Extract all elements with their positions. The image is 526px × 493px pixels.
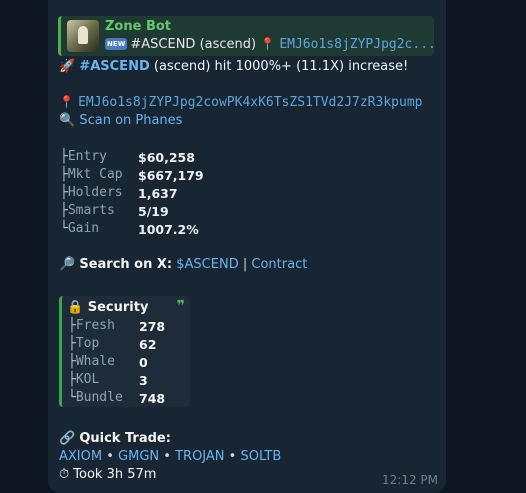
took-text: Took 3h 57m xyxy=(73,467,157,482)
security-kol-value: 3 xyxy=(139,373,148,388)
security-top-value: 62 xyxy=(139,337,157,352)
quote-icon: ❞ xyxy=(176,298,185,314)
axiom-link[interactable]: AXIOM xyxy=(59,449,102,464)
pin-icon: 📍 xyxy=(59,95,74,109)
search-contract-link[interactable]: Contract xyxy=(251,257,307,272)
stat-holders-key: ├Holders xyxy=(60,185,123,200)
link-separator: • xyxy=(163,449,171,464)
stat-mktcap-key: ├Mkt Cap xyxy=(60,167,123,182)
scan-line: 🔍 Scan on Phanes xyxy=(59,113,182,128)
new-badge-icon: NEW xyxy=(105,38,128,50)
reply-bot-name: Zone Bot xyxy=(105,19,172,34)
stat-holders-value: 1,637 xyxy=(138,186,178,201)
search-label: Search on X: xyxy=(79,257,173,272)
magnifier-icon: 🔍 xyxy=(59,113,76,128)
reply-address: EMJ6o1s8jZYPJpg2c... xyxy=(279,37,436,52)
quick-trade-links: AXIOM • GMGN • TROJAN • SOLTB xyxy=(59,449,281,464)
headline-text: (ascend) hit 1000%+ (11.1X) increase! xyxy=(149,59,409,74)
stopwatch-icon: ⏱ xyxy=(59,467,70,482)
stat-entry-value: $60,258 xyxy=(138,150,195,165)
security-fresh-key: ├Fresh xyxy=(68,318,115,333)
headline: 🚀 #ASCEND (ascend) hit 1000%+ (11.1X) in… xyxy=(59,59,408,74)
headline-ticker-link[interactable]: #ASCEND xyxy=(79,59,149,74)
quick-trade-title: 🔗 Quick Trade: xyxy=(59,431,171,446)
reply-text: NEW #ASCEND (ascend) 📍 EMJ6o1s8jZYPJpg2c.… xyxy=(105,37,436,52)
security-title: 🔒 Security xyxy=(67,300,149,315)
stat-gain-key: └Gain xyxy=(60,221,100,236)
bot-avatar-thumbnail xyxy=(67,20,99,52)
stat-gain-value: 1007.2% xyxy=(138,222,199,237)
security-kol-key: ├KOL xyxy=(68,372,100,387)
link-separator: • xyxy=(106,449,114,464)
trojan-link[interactable]: TROJAN xyxy=(175,449,224,464)
stat-smarts-key: ├Smarts xyxy=(60,203,115,218)
security-fresh-value: 278 xyxy=(139,319,166,334)
lock-icon: 🔒 xyxy=(67,300,84,315)
message-timestamp: 12:12 PM xyxy=(382,473,438,487)
gmgn-link[interactable]: GMGN xyxy=(118,449,159,464)
pin-icon: 📍 xyxy=(260,37,276,51)
stat-entry-key: ├Entry xyxy=(60,149,107,164)
security-top-key: ├Top xyxy=(68,336,100,351)
scan-on-phanes-link[interactable]: Scan on Phanes xyxy=(79,113,182,128)
link-icon: 🔗 xyxy=(59,431,76,446)
security-quote: 🔒 Security ❞ ├Fresh 278 ├Top 62 ├Whale 0… xyxy=(59,296,190,407)
link-separator: • xyxy=(228,449,237,464)
search-divider: | xyxy=(242,257,248,272)
soltb-link[interactable]: SOLTB xyxy=(240,449,281,464)
reply-ticker: #ASCEND (ascend) xyxy=(130,37,257,52)
rocket-icon: 🚀 xyxy=(59,59,76,74)
contract-line: 📍 EMJ6o1s8jZYPJpg2cowPK4xK6TsZS1TVd2J7zR… xyxy=(59,95,422,110)
reply-preview[interactable]: Zone Bot NEW #ASCEND (ascend) 📍 EMJ6o1s8j… xyxy=(58,16,436,56)
security-whale-value: 0 xyxy=(139,355,148,370)
security-bundle-key: └Bundle xyxy=(68,390,123,405)
security-whale-key: ├Whale xyxy=(68,354,115,369)
search-line: 🔎 Search on X: $ASCEND | Contract xyxy=(59,257,307,272)
stat-mktcap-value: $667,179 xyxy=(138,168,204,183)
contract-address-link[interactable]: EMJ6o1s8jZYPJpg2cowPK4xK6TsZS1TVd2J7zR3k… xyxy=(78,95,422,110)
search-ticker-link[interactable]: $ASCEND xyxy=(176,257,238,272)
security-bundle-value: 748 xyxy=(139,391,166,406)
stat-smarts-value: 5/19 xyxy=(138,204,169,219)
took-line: ⏱ Took 3h 57m xyxy=(59,467,156,482)
magnifier-icon: 🔎 xyxy=(59,257,76,272)
